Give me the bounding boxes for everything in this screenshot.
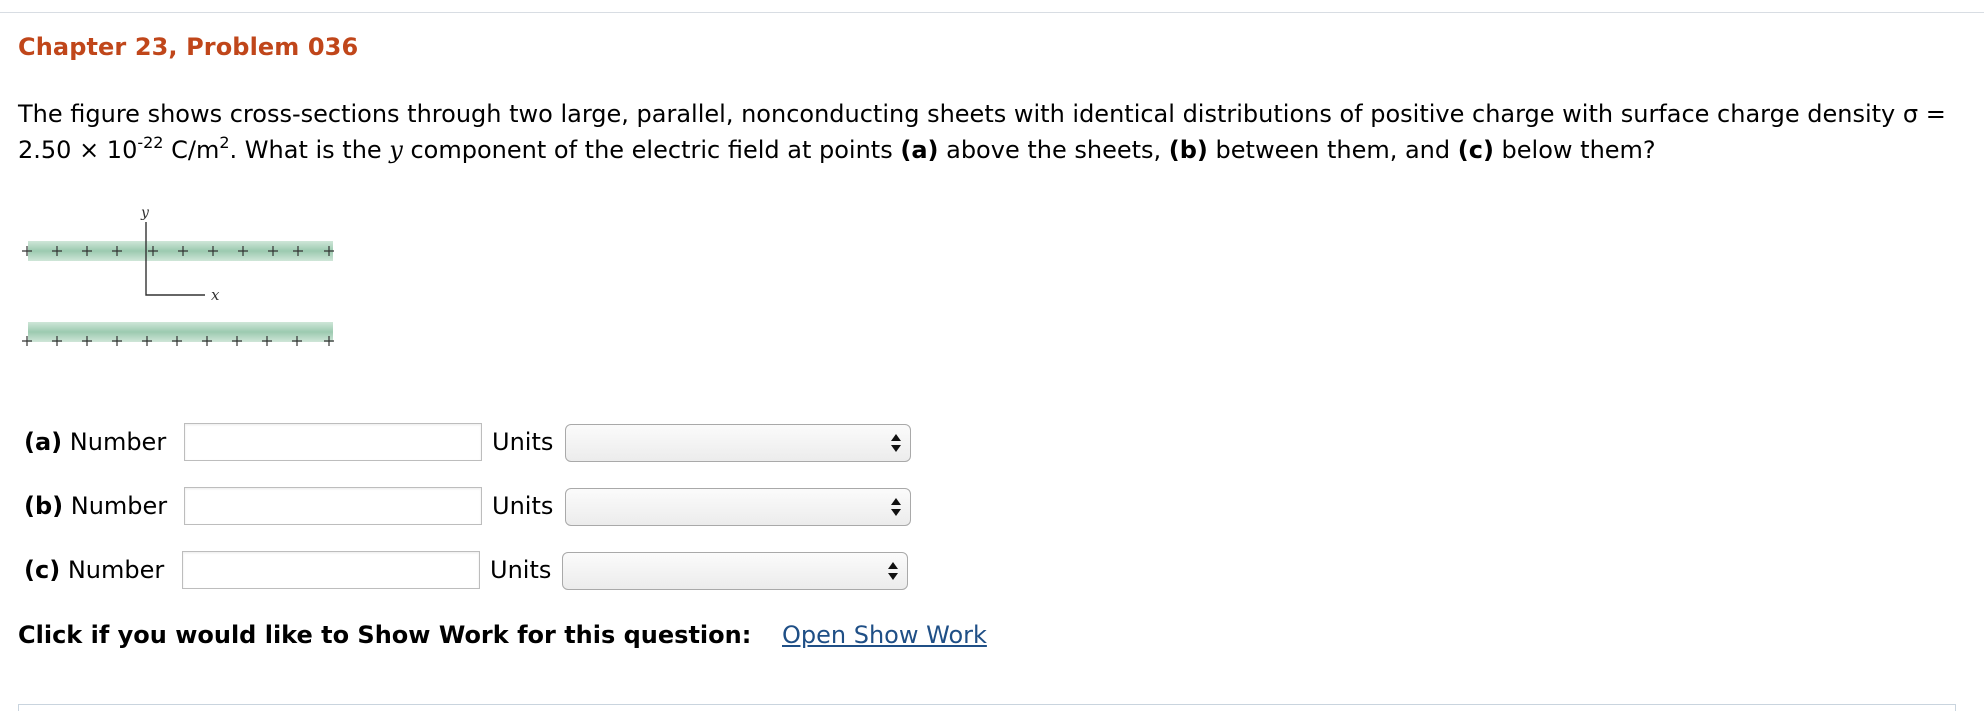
number-input-a[interactable] [184, 423, 482, 461]
question-text: The figure shows cross-sections through … [18, 96, 1968, 168]
y-variable: y [389, 136, 403, 164]
answer-tag: (a) [24, 428, 63, 456]
problem-title: Chapter 23, Problem 036 [18, 33, 359, 61]
answer-label: (b) Number [24, 492, 167, 520]
units-select-b[interactable] [565, 488, 911, 526]
open-show-work-link[interactable]: Open Show Work [782, 621, 987, 649]
charged-sheets-figure: y x [22, 205, 334, 346]
answer-label: (a) Number [24, 428, 166, 456]
units-select-a[interactable] [565, 424, 911, 462]
units-exponent: 2 [219, 133, 230, 152]
show-work-prompt: Click if you would like to Show Work for… [18, 621, 752, 649]
answer-label: (c) Number [24, 556, 164, 584]
answer-tag: (b) [24, 492, 64, 520]
lower-sheet [28, 322, 333, 342]
units-select-c[interactable] [562, 552, 908, 590]
question-text-part: above the sheets, [938, 136, 1169, 164]
select-arrows-icon [888, 562, 898, 580]
number-label: Number [69, 428, 167, 456]
units-label: Units [492, 428, 554, 456]
number-input-b[interactable] [184, 487, 482, 525]
select-arrows-icon [891, 434, 901, 452]
question-text-part: below them? [1493, 136, 1656, 164]
exponent: -22 [137, 133, 164, 152]
number-label: Number [67, 556, 165, 584]
part-c-tag: (c) [1457, 136, 1494, 164]
question-text-part: between them, and [1207, 136, 1458, 164]
answer-tag: (c) [24, 556, 61, 584]
question-text-part: . What is the [229, 136, 390, 164]
question-text-part: component of the electric field at point… [402, 136, 901, 164]
y-axis-label: y [140, 205, 150, 221]
question-text-part: C/m [163, 136, 220, 164]
number-input-c[interactable] [182, 551, 480, 589]
units-label: Units [490, 556, 552, 584]
top-divider [0, 0, 1984, 13]
x-axis-label: x [211, 286, 220, 304]
part-b-tag: (b) [1168, 136, 1208, 164]
units-label: Units [492, 492, 554, 520]
number-label: Number [70, 492, 168, 520]
select-arrows-icon [891, 498, 901, 516]
part-a-tag: (a) [900, 136, 939, 164]
